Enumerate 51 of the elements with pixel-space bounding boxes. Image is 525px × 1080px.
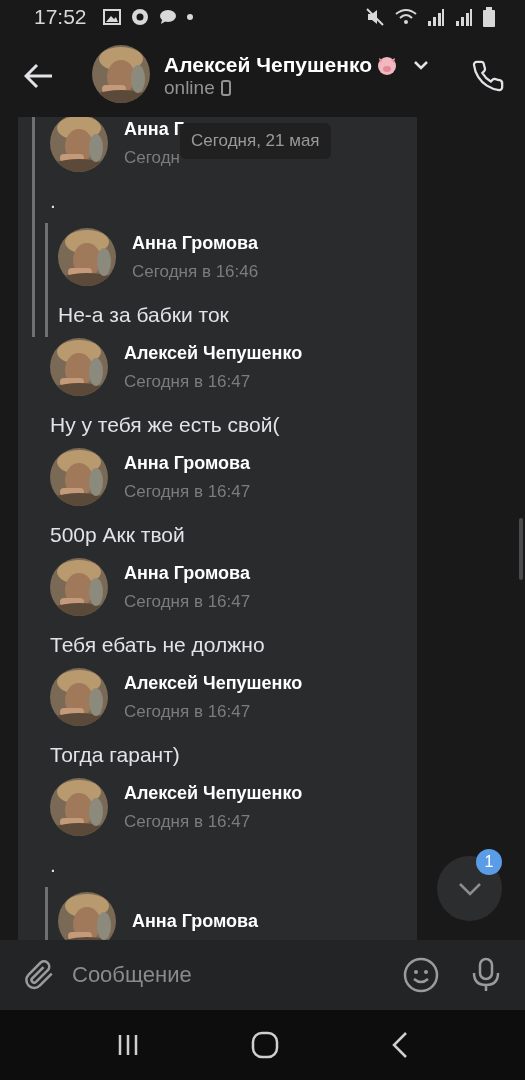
chat-title[interactable]: Алексей Чепушенко <box>164 52 372 77</box>
message-time: Сегодня в 16:47 <box>124 701 252 722</box>
attach-button[interactable] <box>22 958 56 992</box>
microphone-icon <box>471 957 501 993</box>
smiley-icon <box>403 957 439 993</box>
author-name[interactable]: Анна Громова <box>132 910 258 932</box>
back-chevron-icon <box>391 1031 410 1059</box>
home-icon <box>251 1031 280 1059</box>
author-name[interactable]: Алексей Чепушенко <box>124 342 303 364</box>
back-nav-button[interactable] <box>391 1031 410 1059</box>
message-time: Сегодня в 16:47 <box>124 591 251 612</box>
message-time: Сегодн <box>124 147 181 168</box>
signal-icon <box>455 8 473 26</box>
author-name[interactable]: Анна Громова <box>124 562 251 584</box>
message-time: Сегодня в 16:47 <box>124 811 252 832</box>
image-icon <box>102 9 121 25</box>
message-text: . <box>50 852 57 878</box>
date-label: Сегодня, 21 мая <box>180 123 331 159</box>
back-button[interactable] <box>24 62 54 89</box>
message-time: Сегодня в 16:47 <box>124 481 251 502</box>
author-name[interactable]: Алексей Чепушенко <box>124 782 303 804</box>
message-text: Тогда гарант) <box>50 742 181 768</box>
phone-device-icon <box>220 79 231 96</box>
author-name[interactable]: Анна Громова <box>124 452 251 474</box>
home-button[interactable] <box>251 1031 280 1059</box>
message-time: Сегодня в 16:47 <box>124 371 252 392</box>
message-text: 500р Акк твой <box>50 522 186 548</box>
paperclip-icon <box>22 958 56 992</box>
unread-badge: 1 <box>476 849 502 875</box>
voice-button[interactable] <box>471 957 501 993</box>
scrollbar[interactable] <box>519 518 523 580</box>
message-time: Сегодня в 16:46 <box>132 261 259 282</box>
message-text: . <box>50 188 57 214</box>
mute-icon <box>365 7 385 27</box>
phone-icon <box>471 58 505 93</box>
dot-icon <box>186 14 193 20</box>
author-name[interactable]: Алексей Чепушенко <box>124 672 303 694</box>
battery-icon <box>483 7 495 27</box>
chevron-down-icon <box>456 880 483 897</box>
status-time: 17:52 <box>34 5 87 29</box>
call-button[interactable] <box>471 58 505 93</box>
signal-icon <box>427 8 445 26</box>
message-text: Тебя ебать не должно <box>50 632 266 658</box>
online-status: online <box>164 76 215 99</box>
message-text: Ну у тебя же есть свой( <box>50 412 281 438</box>
author-name[interactable]: Анна Громова <box>132 232 259 254</box>
emoji-button[interactable] <box>403 957 439 993</box>
message-text: Не-а за бабки ток <box>58 302 230 328</box>
back-arrow-icon <box>24 62 54 89</box>
wifi-icon <box>395 8 417 26</box>
chat-icon <box>158 9 177 25</box>
